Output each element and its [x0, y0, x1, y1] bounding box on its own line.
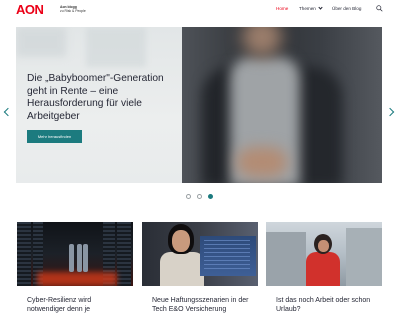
article-image-traveler[interactable] — [266, 222, 382, 286]
site-header: AON Aon blogg zu Risk & People Home Them… — [0, 0, 400, 22]
site-tagline: Aon blogg zu Risk & People — [60, 5, 86, 13]
nav-home[interactable]: Home — [276, 6, 288, 12]
article-image-datacenter[interactable] — [17, 222, 133, 286]
hero-image — [182, 27, 382, 183]
carousel-prev-arrow-icon[interactable] — [3, 107, 13, 117]
article-image-developer[interactable] — [142, 222, 258, 286]
hero-title[interactable]: Die „Babyboomer"-Generation geht in Rent… — [27, 73, 177, 123]
search-icon[interactable] — [376, 5, 383, 12]
carousel-dot-3-active[interactable] — [208, 194, 213, 199]
carousel-pagination — [186, 194, 216, 200]
article-title[interactable]: Cyber-Resilienz wird notwendiger denn je — [27, 296, 127, 314]
nav-ueber-den-blog[interactable]: Über den Blog — [332, 6, 361, 12]
nav-themen-label: Themen — [299, 6, 316, 11]
hero-carousel: Die „Babyboomer"-Generation geht in Rent… — [16, 27, 382, 183]
carousel-next-arrow-icon[interactable] — [385, 107, 395, 117]
carousel-dot-1[interactable] — [186, 194, 191, 199]
aon-logo[interactable]: AON — [16, 3, 44, 16]
chevron-down-icon — [318, 5, 323, 10]
nav-themen[interactable]: Themen — [299, 5, 323, 12]
tagline-line2: zu Risk & People — [60, 9, 86, 14]
carousel-dot-2[interactable] — [197, 194, 202, 199]
article-title[interactable]: Neue Haftungsszenarien in der Tech E&O V… — [152, 296, 252, 314]
hero-cta-button[interactable]: Mehr herausfinden — [27, 130, 82, 143]
article-title[interactable]: Ist das noch Arbeit oder schon Urlaub? — [276, 296, 376, 314]
